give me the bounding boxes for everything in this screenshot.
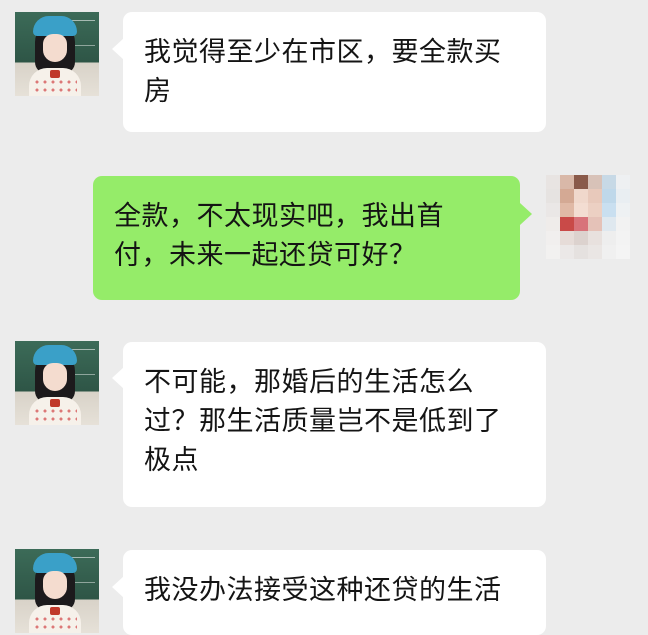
message-text-line: 不可能，那婚后的生活怎么 [144,367,474,398]
message-bubble-incoming[interactable]: 我没办法接受这种还贷的生活 [123,550,546,635]
message-bubble-incoming[interactable]: 我觉得至少在市区，要全款买 房 [123,12,546,132]
contact-avatar[interactable] [15,12,99,96]
message-text-line: 全款，不太现实吧，我出首 [114,201,444,232]
bubble-tail [520,203,532,225]
message-text-line: 我觉得至少在市区，要全款买 [144,37,502,68]
message-bubble-outgoing[interactable]: 全款，不太现实吧，我出首 付，未来一起还贷可好？ [93,176,520,300]
message-text-line: 极点 [144,445,199,476]
self-avatar[interactable] [546,175,630,259]
contact-avatar[interactable] [15,341,99,425]
message-bubble-incoming[interactable]: 不可能，那婚后的生活怎么 过？那生活质量岂不是低到了 极点 [123,342,546,507]
message-text-line: 付，未来一起还贷可好？ [114,240,417,271]
message-text-line: 我没办法接受这种还贷的生活 [144,575,502,606]
message-text-line: 过？那生活质量岂不是低到了 [144,406,502,437]
contact-avatar[interactable] [15,549,99,633]
message-text-line: 房 [144,76,172,107]
chat-conversation: 我觉得至少在市区，要全款买 房 全款，不太现实吧，我出首 付，未来一起还贷可好？… [0,0,648,635]
